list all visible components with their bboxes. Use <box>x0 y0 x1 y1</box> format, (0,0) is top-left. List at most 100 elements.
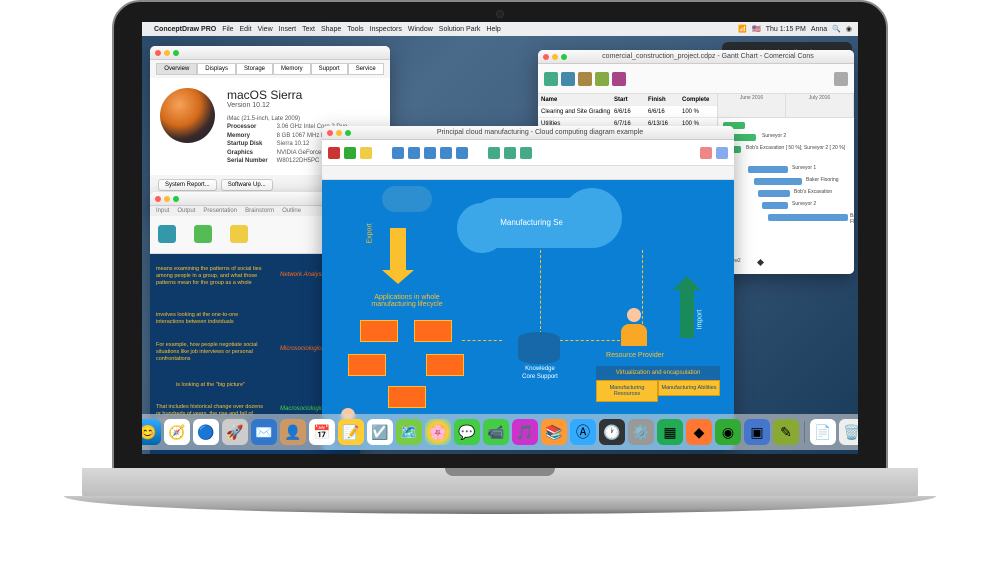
tab-memory[interactable]: Memory <box>273 63 311 75</box>
diag-tool-6[interactable] <box>424 147 436 159</box>
close-icon[interactable] <box>155 50 161 56</box>
dock-page-icon[interactable]: 📄 <box>810 419 836 445</box>
dock-contacts-icon[interactable]: 👤 <box>280 419 306 445</box>
diagram-window[interactable]: Principal cloud manufacturing - Cloud co… <box>322 126 734 450</box>
dock-maps-icon[interactable]: 🗺️ <box>396 419 422 445</box>
flow-box-3[interactable] <box>348 354 386 376</box>
diag-tool-1[interactable] <box>328 147 340 159</box>
manuf-resources-cell[interactable]: Manufacturing Resources <box>596 380 658 402</box>
resource-person-icon[interactable] <box>618 308 650 348</box>
user-name[interactable]: Anna <box>811 26 827 33</box>
gantt-tool-settings[interactable] <box>834 72 848 86</box>
col-start[interactable]: Start <box>614 97 648 103</box>
menu-inspectors[interactable]: Inspectors <box>370 26 402 33</box>
mm-tool-2[interactable] <box>194 225 212 244</box>
gantt-tool-5[interactable] <box>612 72 626 86</box>
mm-tab-brainstorm[interactable]: Brainstorm <box>245 208 274 214</box>
menu-tools[interactable]: Tools <box>347 26 363 33</box>
dock-trash-icon[interactable]: 🗑️ <box>839 419 858 445</box>
dock-clock-icon[interactable]: 🕐 <box>599 419 625 445</box>
menu-edit[interactable]: Edit <box>240 26 252 33</box>
diag-tool-10[interactable] <box>504 147 516 159</box>
dock-messages-icon[interactable]: 💬 <box>454 419 480 445</box>
system-report-button[interactable]: System Report... <box>158 179 217 191</box>
gantt-bar[interactable] <box>762 202 788 209</box>
flow-box-2[interactable] <box>414 320 452 342</box>
dock-cd2-icon[interactable]: ◆ <box>686 419 712 445</box>
close-icon[interactable] <box>543 54 549 60</box>
diag-tool-5[interactable] <box>408 147 420 159</box>
diag-tool-11[interactable] <box>520 147 532 159</box>
gantt-tool-4[interactable] <box>595 72 609 86</box>
dock-facetime-icon[interactable]: 📹 <box>483 419 509 445</box>
diag-tool-4[interactable] <box>392 147 404 159</box>
dock-cd3-icon[interactable]: ◉ <box>715 419 741 445</box>
dock-skype-icon[interactable]: 🔵 <box>193 419 219 445</box>
dock-cd4-icon[interactable]: ▣ <box>744 419 770 445</box>
diag-tool-color[interactable] <box>700 147 712 159</box>
diag-tool-3[interactable] <box>360 147 372 159</box>
dock-notes-icon[interactable]: 📝 <box>338 419 364 445</box>
dock-preferences-icon[interactable]: ⚙️ <box>628 419 654 445</box>
diag-tool-2[interactable] <box>344 147 356 159</box>
import-arrow[interactable] <box>680 288 694 338</box>
minimize-icon[interactable] <box>164 50 170 56</box>
minimize-icon[interactable] <box>164 196 170 202</box>
minimize-icon[interactable] <box>552 54 558 60</box>
flag-icon[interactable]: 🇺🇸 <box>752 25 761 33</box>
tab-overview[interactable]: Overview <box>156 63 197 75</box>
flow-box-5[interactable] <box>388 386 426 408</box>
dock-cd5-icon[interactable]: ✎ <box>773 419 799 445</box>
menu-file[interactable]: File <box>222 26 233 33</box>
virt-bar[interactable]: Virtualization and encapsulation <box>596 366 720 380</box>
siri-icon[interactable]: ◉ <box>846 25 852 33</box>
knowledge-db[interactable] <box>518 332 560 364</box>
wifi-icon[interactable]: 📶 <box>738 25 747 33</box>
dock-itunes-icon[interactable]: 🎵 <box>512 419 538 445</box>
menu-view[interactable]: View <box>258 26 273 33</box>
dock-cd1-icon[interactable]: ▦ <box>657 419 683 445</box>
tab-service[interactable]: Service <box>348 63 384 75</box>
clock-text[interactable]: Thu 1:15 PM <box>766 26 806 33</box>
mm-tab-input[interactable]: Input <box>156 208 169 214</box>
dock-calendar-icon[interactable]: 📅 <box>309 419 335 445</box>
diagram-canvas[interactable]: Manufacturing Services Export Applicatio… <box>322 180 734 450</box>
milestone-icon[interactable] <box>757 259 764 266</box>
diag-tool-8[interactable] <box>456 147 468 159</box>
col-finish[interactable]: Finish <box>648 97 682 103</box>
cloud-icon[interactable] <box>382 186 432 212</box>
dock-appstore-icon[interactable]: Ⓐ <box>570 419 596 445</box>
gantt-tool-3[interactable] <box>578 72 592 86</box>
dock-mail-icon[interactable]: ✉️ <box>251 419 277 445</box>
zoom-icon[interactable] <box>173 196 179 202</box>
gantt-tool-2[interactable] <box>561 72 575 86</box>
col-complete[interactable]: Complete <box>682 97 716 103</box>
software-update-button[interactable]: Software Up... <box>221 179 273 191</box>
gantt-bar[interactable] <box>768 214 848 221</box>
flow-box-1[interactable] <box>360 320 398 342</box>
col-name[interactable]: Name <box>538 97 614 103</box>
mm-tool-3[interactable] <box>230 225 248 244</box>
menu-text[interactable]: Text <box>302 26 315 33</box>
menu-shape[interactable]: Shape <box>321 26 341 33</box>
mm-tab-outline[interactable]: Outline <box>282 208 301 214</box>
diag-tool-7[interactable] <box>440 147 452 159</box>
tab-displays[interactable]: Displays <box>197 63 236 75</box>
dock-safari-icon[interactable]: 🧭 <box>164 419 190 445</box>
app-menu[interactable]: ConceptDraw PRO <box>154 26 216 33</box>
dock-reminders-icon[interactable]: ☑️ <box>367 419 393 445</box>
mm-tool-1[interactable] <box>158 225 176 244</box>
menu-window[interactable]: Window <box>408 26 433 33</box>
mm-tab-presentation[interactable]: Presentation <box>203 208 237 214</box>
dock-ibooks-icon[interactable]: 📚 <box>541 419 567 445</box>
tab-storage[interactable]: Storage <box>236 63 273 75</box>
gantt-tool-1[interactable] <box>544 72 558 86</box>
diag-tool-inspector[interactable] <box>716 147 728 159</box>
flow-box-4[interactable] <box>426 354 464 376</box>
mm-tab-output[interactable]: Output <box>177 208 195 214</box>
gantt-bar[interactable] <box>754 178 802 185</box>
minimize-icon[interactable] <box>336 130 342 136</box>
manufacturing-cloud[interactable]: Manufacturing Services <box>472 198 612 248</box>
dock-photos-icon[interactable]: 🌸 <box>425 419 451 445</box>
table-row[interactable]: Clearing and Site Grading 6/6/16 6/6/16 … <box>538 106 717 118</box>
